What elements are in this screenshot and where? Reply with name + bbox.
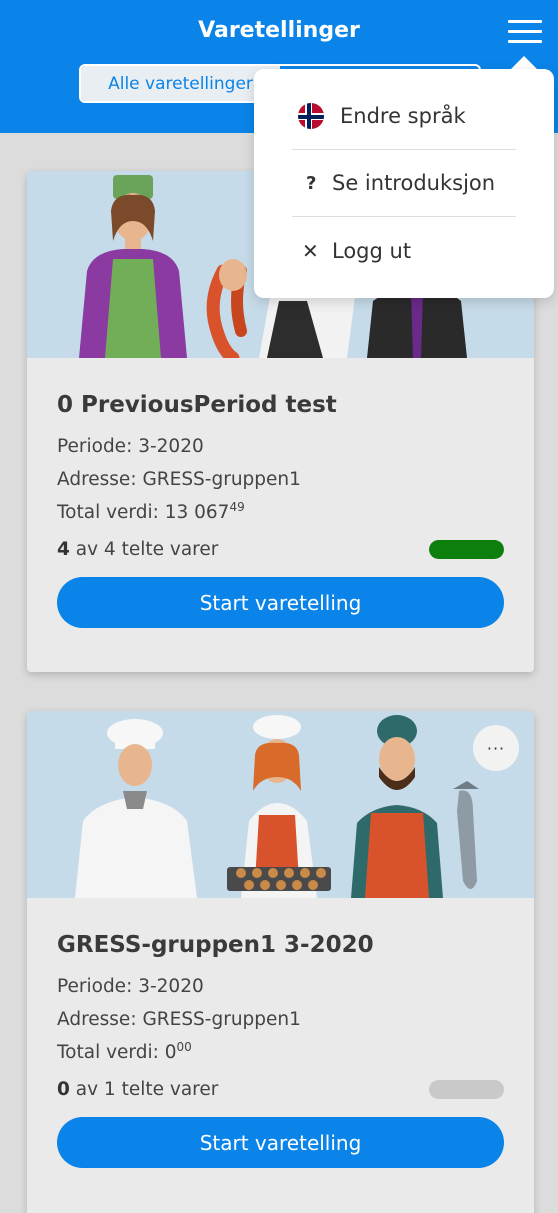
address-value: GRESS-gruppen1 [142,469,301,490]
page-title: Varetellinger [198,18,360,43]
period-line: Periode: 3-2020 [57,436,504,457]
close-icon: ✕ [302,239,319,263]
more-horizontal-icon: ··· [486,738,506,758]
total-decimals: 49 [229,500,245,514]
flag-shape [298,103,324,129]
counted-items-text: 0 av 1 telte varer [57,1079,218,1100]
count-row: 4 av 4 telte varer [57,539,504,560]
count-progress-bar [429,540,504,559]
count-progress-fill [429,540,504,559]
more-options-button[interactable]: ··· [473,725,519,771]
chef-baker-fisher-illustration [27,711,534,898]
period-label: Periode: [57,976,133,997]
menu-icon-bar [508,30,542,33]
address-line: Adresse: GRESS-gruppen1 [57,1009,504,1030]
total-label: Total verdi: [57,502,159,523]
user-menu-dropdown: Endre språk ? Se introduksjon ✕ Logg ut [254,69,554,298]
menu-item-label: Endre språk [340,104,466,128]
counted-number: 4 [57,539,70,560]
period-line: Periode: 3-2020 [57,976,504,997]
counted-number: 0 [57,1079,70,1100]
menu-divider [292,216,516,217]
total-decimals: 00 [176,1040,192,1054]
hamburger-menu-button[interactable] [506,18,544,46]
start-count-button[interactable]: Start varetelling [57,577,504,628]
menu-item-logout[interactable]: ✕ Logg ut [292,218,516,284]
total-value-line: Total verdi: 13 06749 [57,500,504,523]
menu-item-label: Logg ut [332,239,412,263]
menu-icon-bar [508,40,542,43]
dropdown-caret [510,56,538,70]
card-body: 0 PreviousPeriod test Periode: 3-2020 Ad… [27,392,534,628]
menu-icon [508,20,542,23]
period-value: 3-2020 [138,436,204,457]
count-progress-bar [429,1080,504,1099]
card-title: 0 PreviousPeriod test [57,392,337,418]
menu-item-show-intro[interactable]: ? Se introduksjon [292,150,516,216]
address-value: GRESS-gruppen1 [142,1009,301,1030]
count-row: 0 av 1 telte varer [57,1079,504,1100]
address-label: Adresse: [57,1009,137,1030]
tab-all-counts[interactable]: Alle varetellinger [81,66,280,101]
counted-rest: av 4 telte varer [75,539,219,560]
counted-rest: av 1 telte varer [75,1079,219,1100]
card-title: GRESS-gruppen1 3-2020 [57,932,374,958]
total-value: 13 067 [164,502,230,523]
count-card: ··· GRESS-gruppen1 3-2020 Periode: 3-202… [27,711,534,1213]
counted-items-text: 4 av 4 telte varer [57,539,218,560]
start-count-button[interactable]: Start varetelling [57,1117,504,1168]
menu-item-change-language[interactable]: Endre språk [292,83,516,149]
period-label: Periode: [57,436,133,457]
total-value: 0 [164,1042,177,1063]
period-value: 3-2020 [138,976,204,997]
total-value-line: Total verdi: 000 [57,1040,504,1063]
card-illustration: ··· [27,711,534,898]
address-label: Adresse: [57,469,137,490]
address-line: Adresse: GRESS-gruppen1 [57,469,504,490]
total-label: Total verdi: [57,1042,159,1063]
norway-flag-icon [298,103,328,129]
card-body: GRESS-gruppen1 3-2020 Periode: 3-2020 Ad… [27,932,534,1168]
question-icon: ? [306,172,317,194]
menu-item-label: Se introduksjon [332,171,496,195]
